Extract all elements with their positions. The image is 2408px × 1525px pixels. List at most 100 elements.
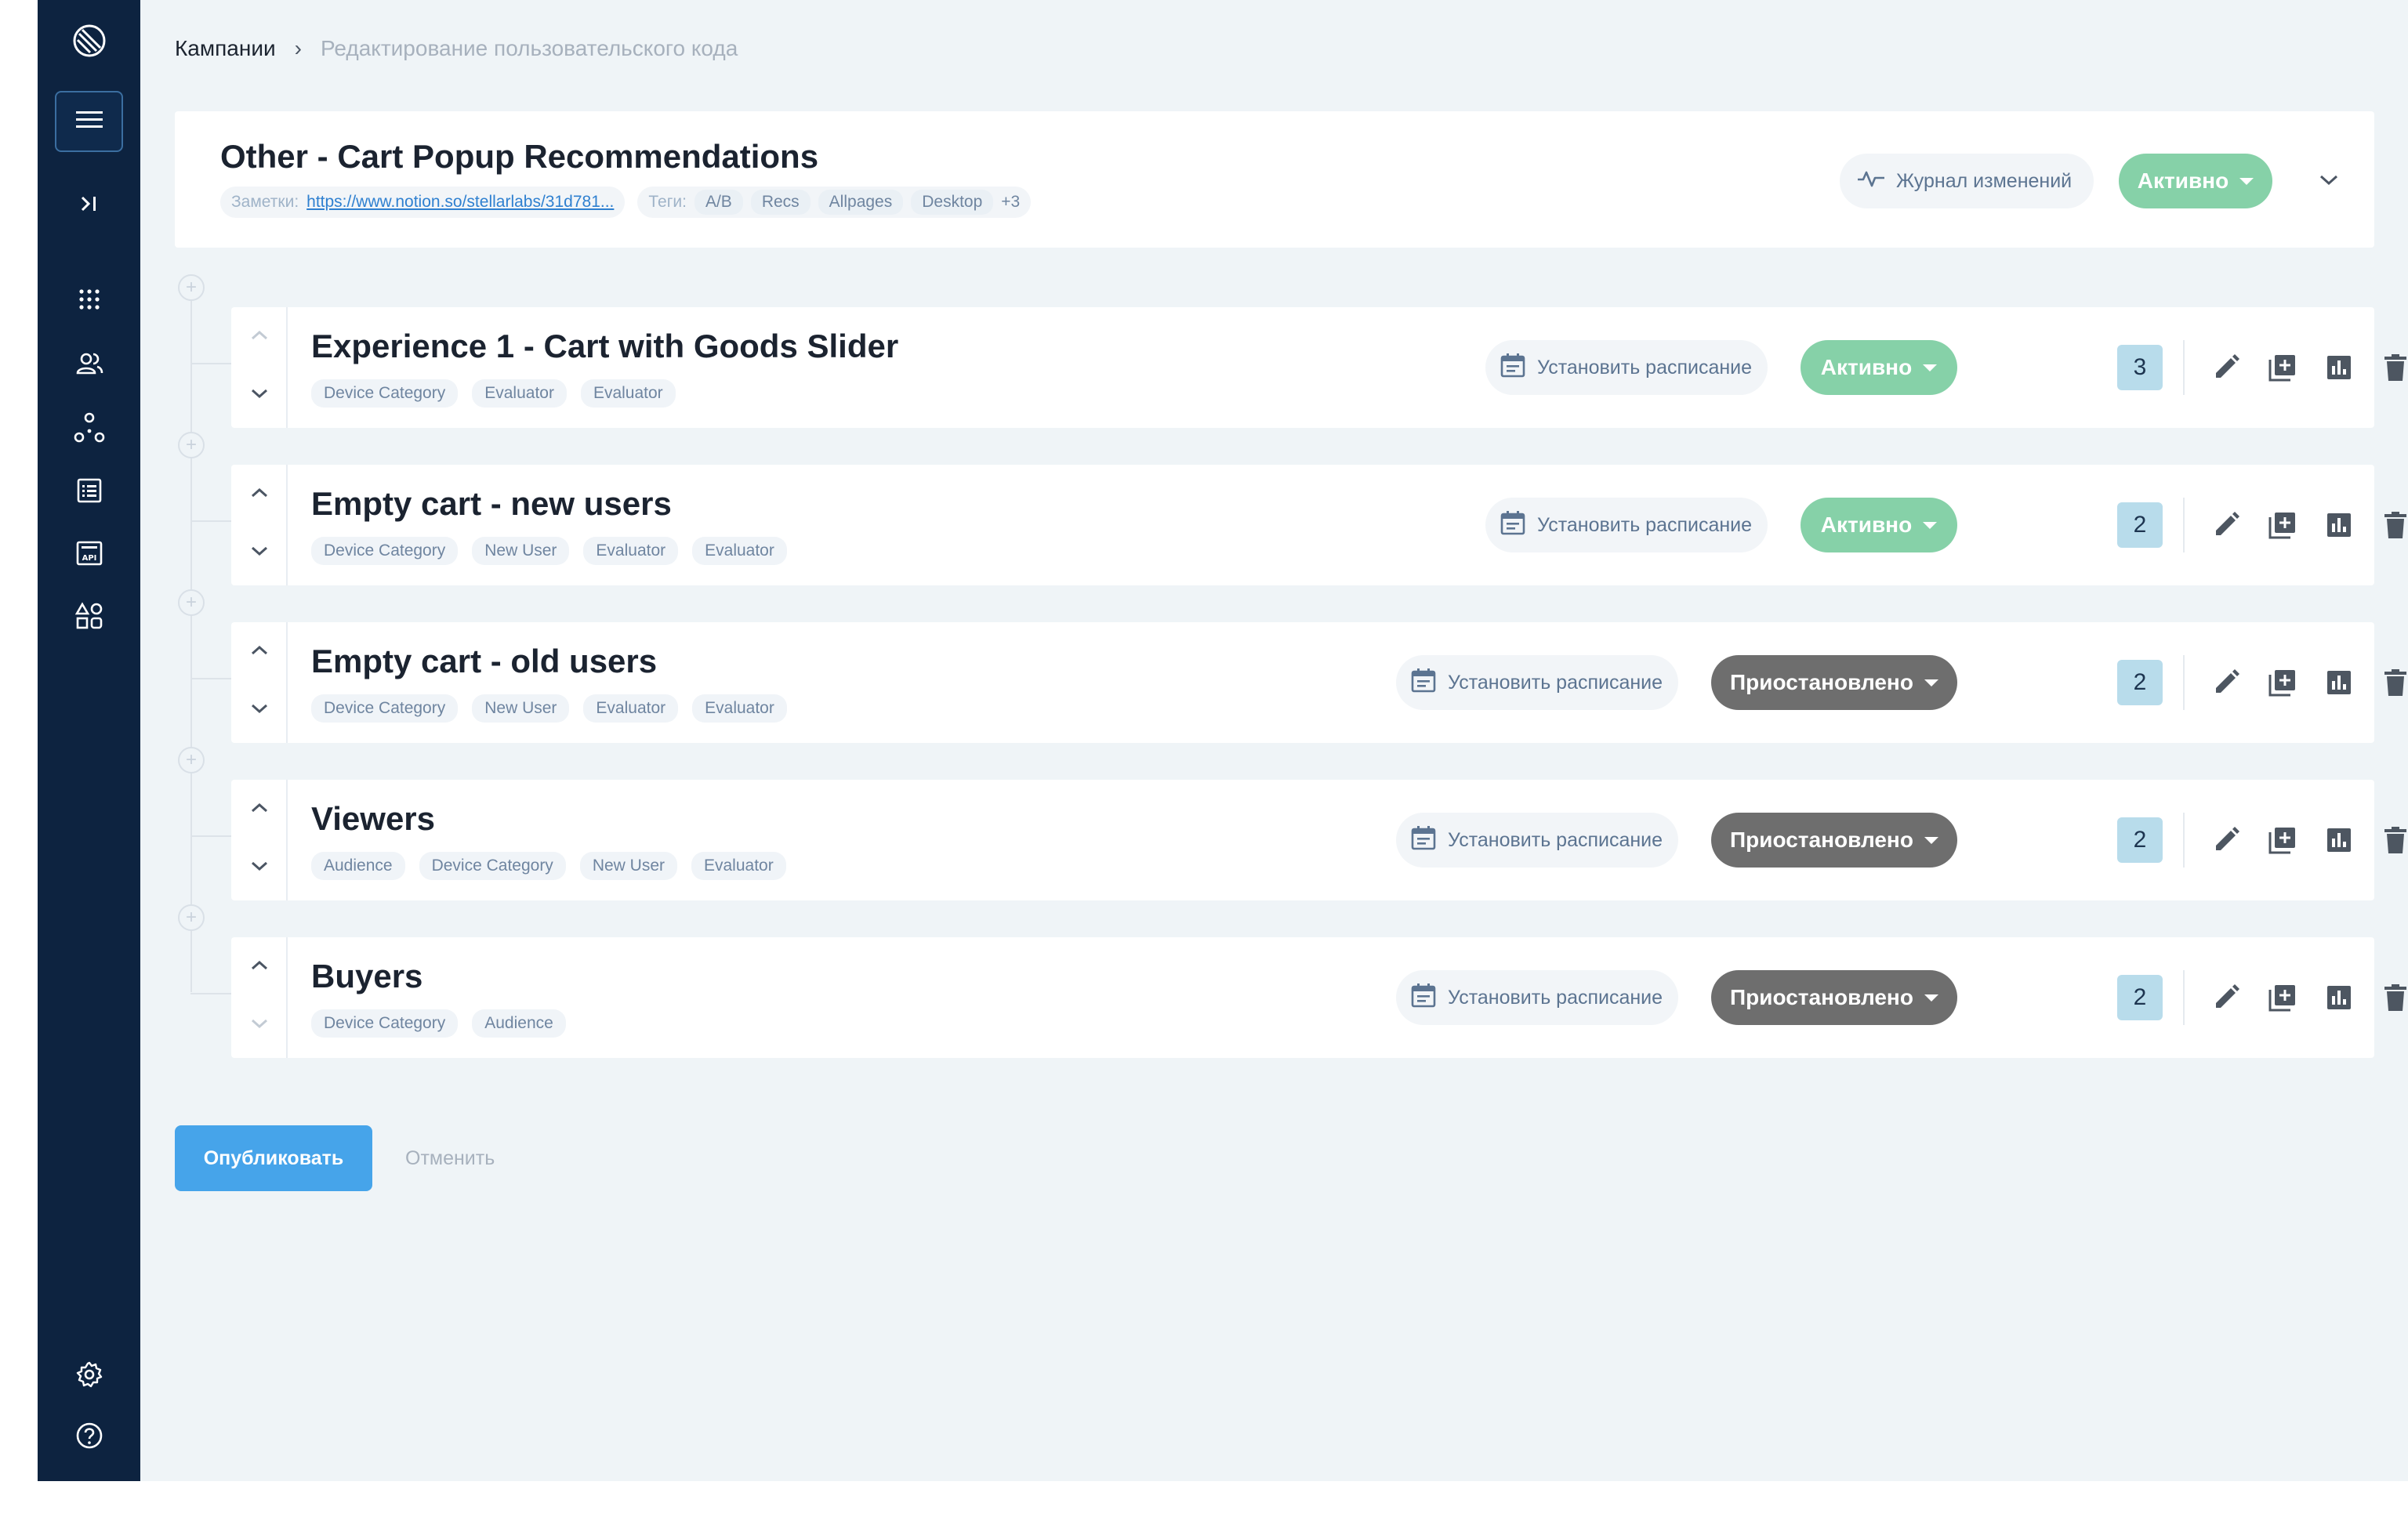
notes-link[interactable]: https://www.notion.so/stellarlabs/31d781…: [306, 193, 614, 212]
calendar-icon: [1500, 352, 1526, 384]
users-icon[interactable]: [38, 348, 140, 379]
variant-count-badge: 2: [2117, 817, 2163, 863]
campaign-tag: Allpages: [818, 190, 904, 215]
chevron-down-icon[interactable]: [2312, 163, 2346, 197]
set-schedule-button[interactable]: Установить расписание: [1396, 655, 1679, 710]
bar-chart-icon[interactable]: [2323, 351, 2355, 384]
shapes-icon[interactable]: [38, 599, 140, 633]
timeline-connector: [190, 363, 231, 364]
timeline-connector: [190, 678, 231, 679]
duplicate-icon[interactable]: [2266, 981, 2299, 1014]
experience-status-dropdown[interactable]: Активно: [1801, 498, 1957, 552]
add-experience-plus-icon[interactable]: +: [178, 904, 205, 931]
experience-tag: Audience: [472, 1009, 566, 1038]
move-down-chevron-icon[interactable]: [242, 849, 277, 883]
pencil-icon[interactable]: [2210, 824, 2243, 857]
trash-icon[interactable]: [2379, 981, 2408, 1014]
logo-icon[interactable]: [38, 20, 140, 61]
move-up-chevron-icon[interactable]: [242, 948, 277, 983]
experience-card: Buyers Device Category Audience Установи…: [231, 937, 2406, 1058]
pencil-icon[interactable]: [2210, 666, 2243, 699]
add-experience-plus-icon[interactable]: +: [178, 274, 205, 301]
divider: [2183, 498, 2185, 552]
caret-down-icon: [1924, 679, 1938, 686]
tags-more-count[interactable]: +3: [1001, 193, 1020, 212]
move-down-chevron-icon[interactable]: [242, 376, 277, 411]
caret-down-icon: [1923, 521, 1938, 529]
chevron-right-icon: ›: [294, 36, 302, 60]
status-label: Активно: [1820, 513, 1913, 537]
bar-chart-icon[interactable]: [2323, 509, 2355, 542]
move-down-chevron-icon[interactable]: [242, 534, 277, 568]
campaign-status-dropdown[interactable]: Активно: [2119, 154, 2272, 208]
experience-status-dropdown[interactable]: Приостановлено: [1711, 655, 1957, 710]
set-schedule-button[interactable]: Установить расписание: [1485, 498, 1768, 552]
segments-icon[interactable]: [38, 411, 140, 445]
experience-tags: Device Category Evaluator Evaluator: [311, 379, 676, 408]
set-schedule-button[interactable]: Установить расписание: [1485, 340, 1768, 395]
experience-status-dropdown[interactable]: Приостановлено: [1711, 813, 1957, 868]
breadcrumb-campaigns-link[interactable]: Кампании: [175, 36, 276, 61]
pencil-icon[interactable]: [2210, 351, 2243, 384]
status-label: Приостановлено: [1730, 985, 1913, 1009]
duplicate-icon[interactable]: [2266, 824, 2299, 857]
main-content: Кампании › Редактирование пользовательск…: [140, 0, 2408, 1481]
move-up-chevron-icon[interactable]: [242, 633, 277, 668]
trash-icon[interactable]: [2379, 351, 2408, 384]
notes-pill: Заметки: https://www.notion.so/stellarla…: [220, 187, 626, 218]
move-down-chevron-icon[interactable]: [242, 1006, 277, 1041]
api-icon[interactable]: API: [38, 536, 140, 571]
pencil-icon[interactable]: [2210, 981, 2243, 1014]
move-down-chevron-icon[interactable]: [242, 691, 277, 726]
cancel-button[interactable]: Отменить: [405, 1125, 495, 1191]
variant-count-badge: 2: [2117, 975, 2163, 1020]
experience-tag: Evaluator: [583, 694, 679, 723]
experience-timeline: [190, 282, 192, 992]
experience-tag: Device Category: [311, 379, 459, 408]
trash-icon[interactable]: [2379, 509, 2408, 542]
set-schedule-button[interactable]: Установить расписание: [1396, 813, 1679, 868]
collapse-icon[interactable]: [38, 188, 140, 219]
experience-status-dropdown[interactable]: Активно: [1801, 340, 1957, 395]
menu-button[interactable]: [55, 91, 123, 152]
bar-chart-icon[interactable]: [2323, 981, 2355, 1014]
experience-tags: Device Category New User Evaluator Evalu…: [311, 694, 787, 723]
pencil-icon[interactable]: [2210, 509, 2243, 542]
move-up-chevron-icon[interactable]: [242, 791, 277, 825]
list-icon[interactable]: [38, 473, 140, 508]
experience-card: Empty cart - new users Device Category N…: [231, 465, 2406, 585]
duplicate-icon[interactable]: [2266, 666, 2299, 699]
set-schedule-button[interactable]: Установить расписание: [1396, 970, 1679, 1025]
calendar-icon: [1410, 667, 1437, 699]
experience-tag: Evaluator: [691, 852, 786, 880]
duplicate-icon[interactable]: [2266, 351, 2299, 384]
move-up-chevron-icon[interactable]: [242, 318, 277, 353]
duplicate-icon[interactable]: [2266, 509, 2299, 542]
change-log-button[interactable]: Журнал изменений: [1840, 154, 2094, 208]
trash-icon[interactable]: [2379, 824, 2408, 857]
bar-chart-icon[interactable]: [2323, 824, 2355, 857]
experience-tag: Device Category: [311, 537, 459, 565]
bar-chart-icon[interactable]: [2323, 666, 2355, 699]
experience-tag: Evaluator: [580, 379, 676, 408]
add-experience-plus-icon[interactable]: +: [178, 747, 205, 773]
publish-button[interactable]: Опубликовать: [175, 1125, 372, 1191]
experience-tag: New User: [472, 537, 570, 565]
trash-icon[interactable]: [2379, 666, 2408, 699]
divider: [2183, 340, 2185, 395]
move-up-chevron-icon[interactable]: [242, 476, 277, 510]
tags-pill[interactable]: Теги: A/B Recs Allpages Desktop +3: [637, 187, 1032, 218]
reorder-controls: [231, 780, 288, 900]
experience-title: Buyers: [311, 958, 423, 994]
timeline-connector: [190, 993, 231, 994]
add-experience-plus-icon[interactable]: +: [178, 432, 205, 458]
activity-icon: [1857, 169, 1885, 194]
experience-card: Experience 1 - Cart with Goods Slider De…: [231, 307, 2406, 428]
apps-grid-icon[interactable]: [38, 284, 140, 315]
help-icon[interactable]: [38, 1418, 140, 1453]
experience-status-dropdown[interactable]: Приостановлено: [1711, 970, 1957, 1025]
status-label: Активно: [1820, 355, 1913, 379]
settings-icon[interactable]: [38, 1357, 140, 1392]
campaign-tag: Desktop: [911, 190, 994, 215]
add-experience-plus-icon[interactable]: +: [178, 589, 205, 616]
